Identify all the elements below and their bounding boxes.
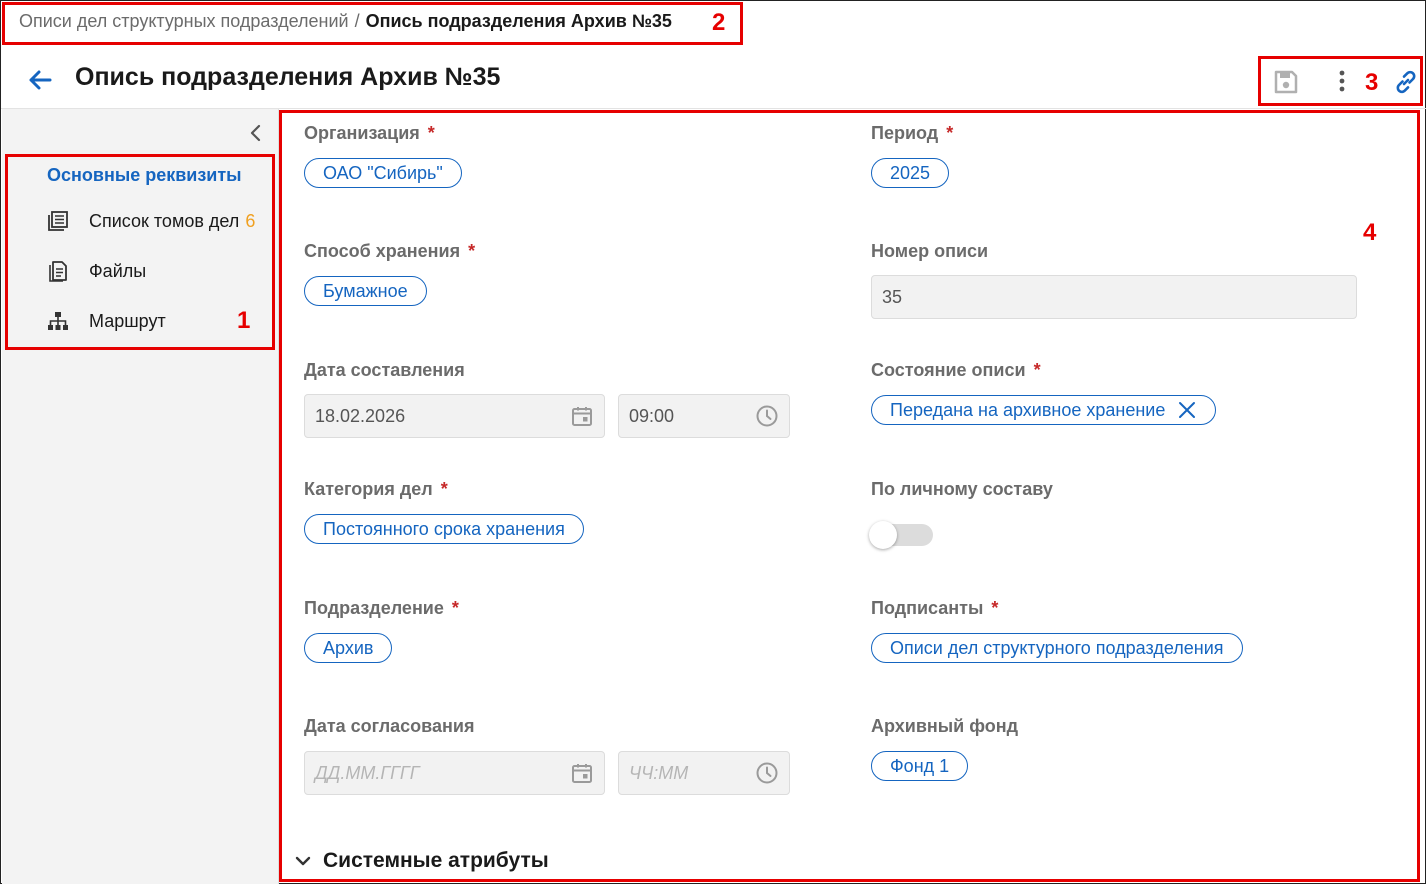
page-title: Опись подразделения Архив №35 <box>75 63 501 91</box>
chevron-left-icon[interactable] <box>246 123 266 143</box>
annotation-number-3: 3 <box>1365 69 1379 96</box>
annotation-box-2 <box>2 2 743 45</box>
annotation-number-2: 2 <box>712 9 726 36</box>
annotation-number-4: 4 <box>1363 219 1377 246</box>
annotation-box-4 <box>279 110 1420 882</box>
annotation-box-3 <box>1258 56 1423 106</box>
app-window: Описи дел структурных подразделений / Опис… <box>0 0 1426 884</box>
annotation-number-1: 1 <box>237 307 251 334</box>
back-arrow-icon[interactable] <box>25 65 55 95</box>
annotation-box-1 <box>5 154 275 350</box>
